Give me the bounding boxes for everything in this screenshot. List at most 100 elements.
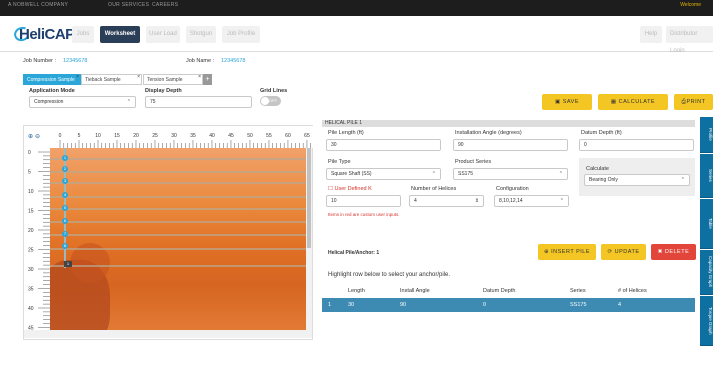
y-tick-label: 15 — [28, 209, 34, 215]
chevron-down-icon: ⌃ — [559, 198, 564, 204]
save-icon: ▣ — [555, 99, 563, 105]
layer-marker[interactable]: 5 — [62, 205, 68, 211]
careers-link[interactable]: CAREERS — [152, 2, 178, 8]
close-icon[interactable]: × — [76, 72, 79, 83]
pile-type-label: Pile Type — [328, 159, 351, 165]
table-header: Length Install Angle Datum Depth Series … — [348, 288, 647, 294]
horizontal-scrollbar[interactable] — [24, 330, 312, 338]
layer-marker[interactable]: 3 — [62, 178, 68, 184]
num-helices-label: Number of Helices — [411, 186, 457, 192]
scroll-thumb[interactable] — [307, 148, 311, 248]
y-tick-label: 35 — [28, 287, 34, 293]
x-tick-label: 55 — [266, 133, 272, 139]
close-icon[interactable]: × — [198, 72, 201, 83]
helical-pile-header: HELICAL PILE 1 — [322, 120, 695, 127]
soil-profile-plot[interactable]: ⊕ ⊖ 0 5 10 15 20 25 30 35 40 45 50 55 60 65 0 5 10 15 20 2… — [23, 125, 314, 340]
config-label: Configuration — [496, 186, 529, 192]
layer-marker[interactable]: 1 — [62, 155, 68, 161]
grid-lines-toggle[interactable]: OFF — [260, 96, 281, 106]
y-tick-label: 25 — [28, 248, 34, 254]
nav-tab-worksheet[interactable]: Worksheet — [100, 26, 140, 43]
delete-button[interactable]: ✖ DELETE — [651, 244, 696, 260]
nav-tab-job-profile[interactable]: Job Profile — [222, 26, 260, 43]
side-tab-torque-graph[interactable]: Torque Graph — [700, 296, 713, 346]
toggle-knob — [261, 97, 269, 105]
app-mode-label: Application Mode — [29, 88, 75, 94]
install-angle-input[interactable]: 90 — [453, 139, 568, 151]
anchor-title: Helical Pile/Anchor: 1 — [328, 250, 380, 256]
x-tick-label: 15 — [114, 133, 120, 139]
pile-length-label: Pile Length (ft) — [328, 130, 364, 136]
nav-tab-user-load[interactable]: User Load — [146, 26, 180, 43]
layer-marker[interactable]: 8 — [62, 243, 68, 249]
product-series-select[interactable]: SS175 ⌃ — [453, 168, 568, 180]
y-tick-label: 10 — [28, 189, 34, 195]
x-tick-label: 65 — [304, 133, 310, 139]
chevron-down-icon: ⌃ — [431, 171, 436, 177]
x-tick-label: 40 — [209, 133, 215, 139]
company-link[interactable]: A NOBWELL COMPANY — [8, 2, 68, 8]
add-tab-button[interactable]: + — [203, 74, 212, 85]
x-ticks: 0 5 10 15 20 25 30 35 40 45 50 55 60 65 — [59, 133, 312, 148]
layer-marker[interactable]: 6 — [62, 218, 68, 224]
chevron-down-icon: ⌃ — [680, 177, 685, 183]
config-select[interactable]: 8,10,12,14 ⌃ — [494, 195, 569, 207]
y-tick-label: 0 — [28, 150, 31, 156]
x-ruler: ⊕ ⊖ 0 5 10 15 20 25 30 35 40 45 50 55 60 65 — [24, 126, 314, 148]
soil-heatmap — [50, 148, 306, 330]
x-tick-label: 20 — [133, 133, 139, 139]
insert-pile-button[interactable]: ⊕ INSERT PILE — [538, 244, 596, 260]
job-number-value: 12345678 — [63, 58, 88, 64]
layer-marker[interactable]: 7 — [62, 231, 68, 237]
layer-marker[interactable]: 2 — [62, 166, 68, 172]
calculate-button[interactable]: ▦ CALCULATE — [598, 94, 668, 110]
display-depth-input[interactable]: 75 — [145, 96, 252, 108]
y-tick-label: 5 — [28, 170, 31, 176]
side-tabs: Profile Series Table Capacity Graph Torq… — [700, 117, 713, 347]
help-button[interactable]: Help — [640, 26, 662, 43]
chevron-down-icon: ⌃ — [558, 171, 563, 177]
nav-tab-shotgun[interactable]: Shotgun — [186, 26, 216, 43]
calculate-select[interactable]: Bearing Only ⌃ — [584, 174, 690, 186]
welcome-text: Welcome — [680, 2, 701, 8]
close-icon[interactable]: × — [137, 72, 140, 83]
vertical-scrollbar[interactable] — [306, 148, 312, 330]
num-helices-stepper[interactable]: 4 ⇕ — [409, 195, 484, 207]
x-tick-label: 30 — [171, 133, 177, 139]
tab-tension-sample[interactable]: Tension Sample × — [143, 74, 203, 85]
distributor-login-button[interactable]: Distributor Login — [666, 26, 713, 54]
x-tick-label: 60 — [285, 133, 291, 139]
x-tick-label: 50 — [247, 133, 253, 139]
pile-length-input[interactable]: 30 — [326, 139, 441, 151]
table-row[interactable]: 1 30 90 0 SS175 4 — [322, 298, 695, 312]
side-tab-series[interactable]: Series — [700, 154, 713, 198]
sync-icon: ⟳ — [607, 249, 615, 255]
side-tab-profile[interactable]: Profile — [700, 117, 713, 153]
pile-label[interactable]: 1 — [64, 261, 72, 267]
datum-depth-label: Datum Depth (ft) — [581, 130, 622, 136]
display-depth-label: Display Depth — [145, 88, 182, 94]
chevron-down-icon: ⌃ — [126, 99, 131, 105]
layer-marker[interactable]: 4 — [62, 192, 68, 198]
job-name-label: Job Name : — [186, 58, 215, 64]
custom-input-note: Items in red are custom user inputs. — [328, 212, 400, 217]
app-mode-select[interactable]: Compression ⌃ — [29, 96, 136, 108]
main-nav: HeliCAP Jobs Worksheet User Load Shotgun… — [0, 16, 713, 54]
stepper-icon[interactable]: ⇕ — [475, 196, 479, 207]
side-tab-capacity-graph[interactable]: Capacity Graph — [700, 250, 713, 295]
user-k-input[interactable]: 10 — [326, 195, 401, 207]
save-button[interactable]: ▣ SAVE — [542, 94, 592, 110]
pile-type-select[interactable]: Square Shaft (SS) ⌃ — [326, 168, 441, 180]
tab-tieback-sample[interactable]: Tieback Sample × — [81, 74, 142, 85]
update-button[interactable]: ⟳ UPDATE — [601, 244, 646, 260]
calculator-icon: ▦ — [610, 99, 619, 105]
nav-tab-jobs[interactable]: Jobs — [72, 26, 94, 43]
y-ruler: 0 5 10 15 20 25 30 35 40 45 — [24, 148, 50, 330]
datum-depth-input[interactable]: 0 — [579, 139, 694, 151]
helicap-logo[interactable]: HeliCAP — [12, 24, 75, 44]
tab-compression-sample[interactable]: Compression Sample × — [23, 74, 81, 85]
job-name-value: 12345678 — [221, 58, 246, 64]
services-link[interactable]: OUR SERVICES — [108, 2, 149, 8]
side-tab-table[interactable]: Table — [700, 199, 713, 249]
print-button[interactable]: ⎙PRINT — [674, 94, 713, 110]
